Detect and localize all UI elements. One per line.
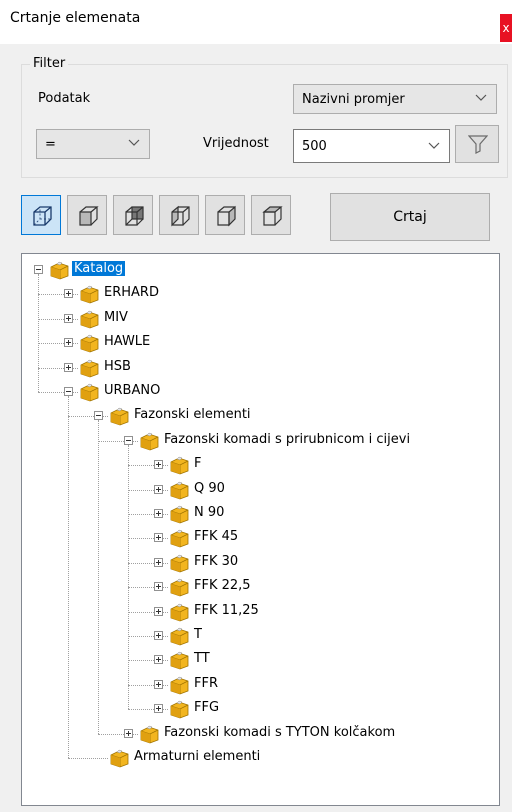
left-face-cube-icon [171,205,190,227]
collapse-icon[interactable] [64,387,73,396]
tree-node-label[interactable]: Katalog [72,261,126,276]
view-back-button[interactable] [113,195,153,235]
top-face-cube-icon [262,206,283,226]
value-combo[interactable]: 500 [293,129,450,163]
tree-node-label[interactable]: T [192,627,204,642]
collapse-icon[interactable] [94,411,103,421]
expand-icon[interactable] [154,704,163,714]
expand-icon[interactable] [154,655,163,665]
folder-icon [168,553,190,573]
expand-icon[interactable] [154,509,163,518]
folder-icon [138,431,160,451]
tree-node-label[interactable]: Armaturni elementi [132,749,262,764]
folder-icon [168,675,190,695]
filter-group-label: Filter [30,56,69,71]
expand-icon[interactable] [154,557,163,567]
tree-node-label[interactable]: N 90 [192,505,226,520]
front-face-cube-icon [79,206,99,226]
expand-icon[interactable] [64,289,73,299]
apply-filter-button[interactable] [455,125,499,163]
folder-icon [168,602,190,622]
tree-node-label[interactable]: FFG [192,700,221,715]
tree-connector [128,444,129,710]
tree-node-label[interactable]: MIV [102,310,130,325]
tree-node-label[interactable]: FFK 45 [192,529,240,544]
value-combo-text: 500 [302,139,327,154]
expand-icon[interactable] [124,728,133,738]
collapse-icon[interactable] [124,435,133,445]
folder-icon [78,382,100,402]
field-select-value: Nazivni promjer [302,92,405,107]
folder-icon [138,724,160,744]
folder-icon [168,699,190,719]
folder-icon [78,333,100,353]
tree-node-label[interactable]: HSB [102,359,133,374]
tree-node-label[interactable]: FFK 11,25 [192,603,261,618]
expand-icon[interactable] [154,484,163,494]
expand-icon[interactable] [154,460,163,470]
tree-node-label[interactable]: FFK 22,5 [192,578,253,593]
tree-connector [68,396,69,758]
folder-icon [168,626,190,646]
catalog-tree[interactable]: Katalog ERHARD MIV HAWLE HSB URBANO Fazonski e… [21,253,500,806]
right-face-cube-icon [217,205,236,227]
tree-node-label[interactable]: ERHARD [102,285,161,300]
funnel-icon [468,135,488,154]
view-top-button[interactable] [251,195,291,235]
folder-icon [78,284,100,304]
isometric-cube-icon [33,206,52,226]
expand-icon[interactable] [154,631,163,640]
expand-icon[interactable] [154,533,163,543]
field-select[interactable]: Nazivni promjer [293,84,497,114]
folder-icon [168,480,190,500]
folder-icon [168,577,190,597]
expand-icon[interactable] [154,582,163,592]
tree-node-label[interactable]: TT [192,651,212,666]
title-bar: Crtanje elemenata x [0,0,512,44]
tree-node-label[interactable]: Fazonski komadi s prirubnicom i cijevi [162,432,412,447]
tree-connector [68,758,108,759]
chevron-down-icon [475,94,487,101]
tree-connector [38,274,39,392]
view-front-button[interactable] [67,195,107,235]
podatak-label: Podatak [38,91,91,106]
window-title: Crtanje elemenata [10,10,141,26]
draw-button[interactable]: Crtaj [330,193,490,241]
tree-node-label[interactable]: Q 90 [192,481,227,496]
tree-node-label[interactable]: Fazonski komadi s TYTON kolčakom [162,725,397,740]
tree-node-label[interactable]: Fazonski elementi [132,407,253,422]
tree-node-label[interactable]: F [192,456,203,471]
expand-icon[interactable] [64,362,73,372]
expand-icon[interactable] [154,606,163,616]
expand-icon[interactable] [154,679,163,689]
folder-icon [48,260,70,280]
chevron-down-icon [128,139,140,146]
close-button[interactable]: x [500,14,512,42]
folder-icon [168,650,190,670]
view-left-button[interactable] [159,195,199,235]
view-right-button[interactable] [205,195,245,235]
expand-icon[interactable] [64,338,73,348]
folder-icon [168,528,190,548]
tree-node-label[interactable]: URBANO [102,383,162,398]
folder-icon [168,455,190,475]
chevron-down-icon [428,142,440,149]
tree-connector [98,420,99,734]
back-face-cube-icon [125,206,144,226]
vrijednost-label: Vrijednost [203,136,269,151]
operator-select[interactable]: = [36,129,150,159]
folder-icon [78,309,100,329]
collapse-icon[interactable] [34,265,43,274]
folder-icon [78,358,100,378]
tree-node-label[interactable]: FFK 30 [192,554,240,569]
folder-icon [108,748,130,768]
expand-icon[interactable] [64,313,73,323]
folder-icon [108,406,130,426]
view-iso-button[interactable] [21,195,61,235]
operator-select-value: = [45,137,56,152]
tree-node-label[interactable]: HAWLE [102,334,152,349]
tree-node-label[interactable]: FFR [192,676,220,691]
folder-icon [168,504,190,524]
